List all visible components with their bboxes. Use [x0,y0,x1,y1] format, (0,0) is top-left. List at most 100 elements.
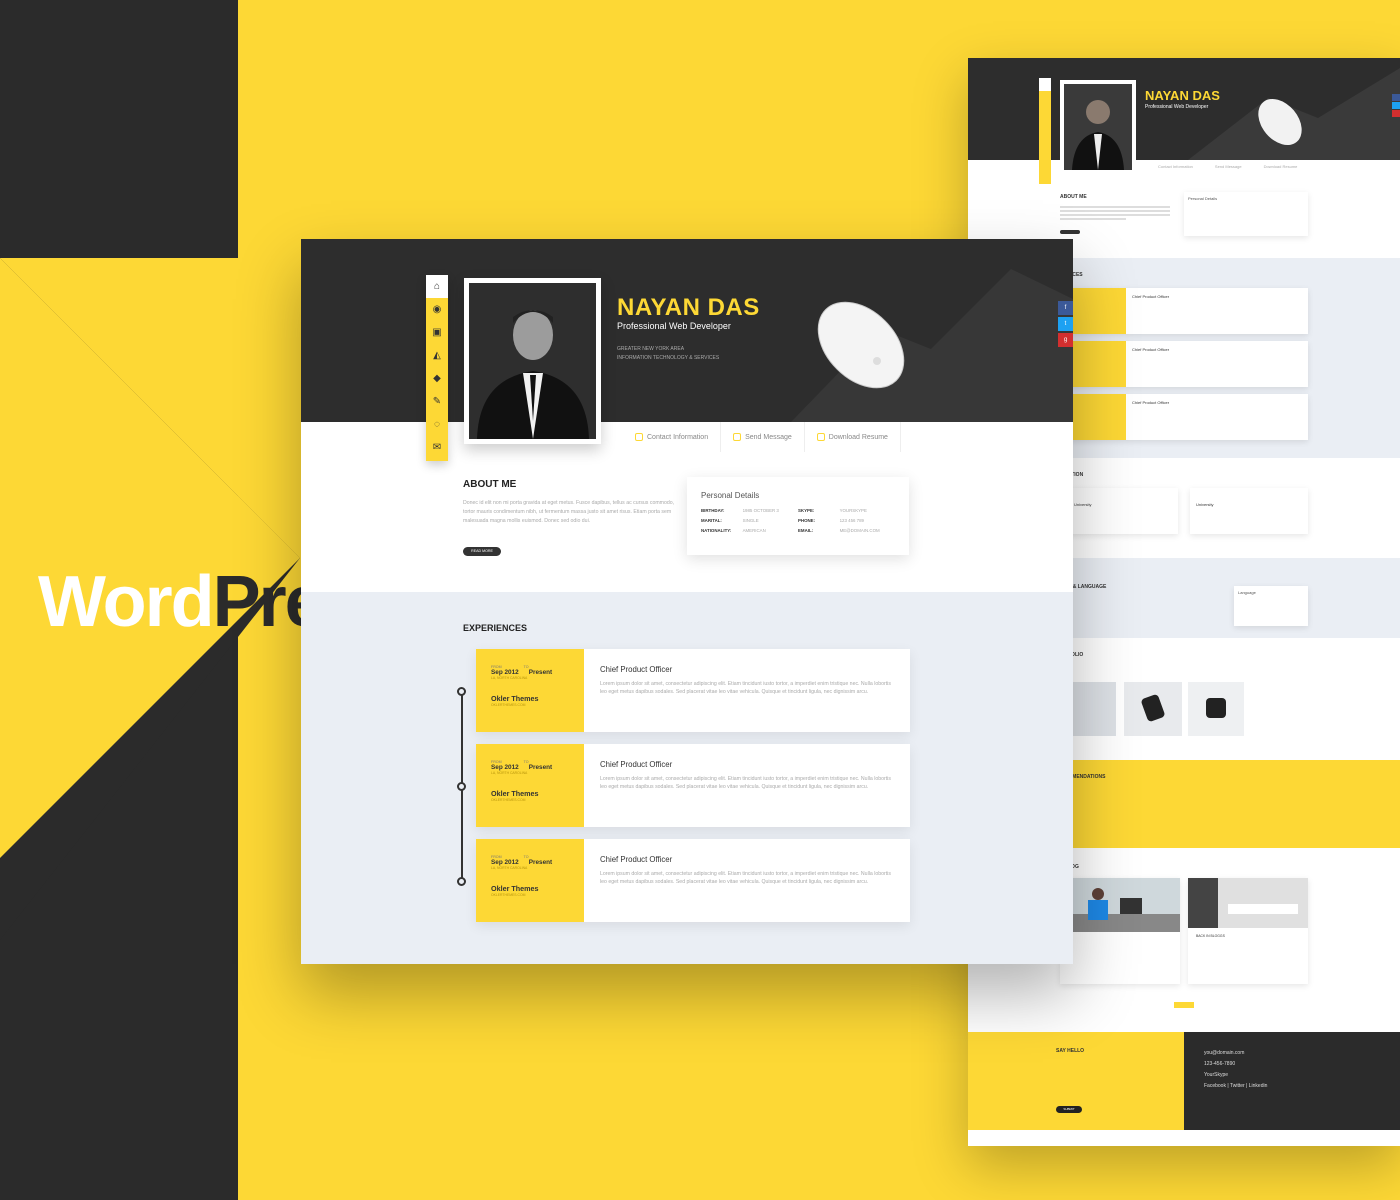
back-submit-button[interactable]: SUBMIT [1056,1106,1082,1113]
detail-value: SINGLE [742,518,759,523]
back-skills-title: S & LANGUAGE [1068,584,1107,590]
profile-role: Professional Web Developer [617,321,731,331]
experience-dates: FROM TO Sep 2012 Present LA, NORTH CAROLIN… [476,839,584,922]
company-link[interactable]: OKLERTHEMES.COM [491,703,584,707]
experience-dates: FROM TO Sep 2012 Present LA, NORTH CAROLIN… [476,744,584,827]
mouse-image [1258,98,1302,146]
back-blog-card-2[interactable]: BACK IN BLOGGS [1188,878,1308,984]
home-icon[interactable]: ⌂ [426,275,448,298]
back-exp-position-1: Chief Product Officer [1132,294,1170,299]
from-date: Sep 2012 [491,859,519,866]
diamond-icon[interactable]: ◆ [426,367,448,390]
graduation-cap-icon[interactable]: ◭ [426,344,448,367]
to-date: Present [528,859,553,866]
detail-value: 1985 OCTOBER 3 [742,508,779,513]
back-tab-message[interactable]: Send Message [1215,164,1242,169]
briefcase-icon[interactable]: ▣ [426,321,448,344]
back-about-lines [1060,206,1170,222]
read-more-button[interactable]: READ MORE [463,547,501,556]
experience-body: Chief Product Officer Lorem ipsum dolor … [584,744,910,827]
profile-photo [464,278,601,444]
to-date: Present [528,669,553,676]
back-personal-card: Personal Details [1184,192,1308,236]
from-date: Sep 2012 [491,669,519,676]
tab-contact-information[interactable]: Contact Information [623,422,722,452]
back-reco-title: MMENDATIONS [1068,774,1106,780]
back-contact-list: you@domain.com 123-456-7890 YourSkype Fa… [1204,1048,1267,1092]
experience-body: Chief Product Officer Lorem ipsum dolor … [584,839,910,922]
resume-page-preview: ⌂ ◉ ▣ ◭ ◆ ✎ ◌ ✉ NAYAN DAS Professional Web Deve… [301,239,1073,964]
back-tab-contact[interactable]: Contact Information [1158,164,1193,169]
timeline-dot [457,782,466,791]
personal-detail-row: NATIONALITY: AMERICAN EMAIL: ME@DOMAIN.COM [701,528,895,533]
back-exp-card-2: Chief Product Officer [1068,341,1308,387]
about-text: Donec id elit non mi porta gravida at eg… [463,500,675,524]
person-silhouette [1072,100,1124,170]
twitter-icon[interactable]: t [1058,317,1073,331]
company-link[interactable]: OKLERTHEMES.COM [491,893,584,897]
office-photo [1188,878,1308,928]
pencil-icon[interactable]: ✎ [426,390,448,413]
back-blog-post-title: BACK IN BLOGGS [1196,934,1225,938]
detail-value: AMERICAN [742,528,766,533]
back-side-nav [1039,78,1051,184]
back-skype[interactable]: YourSkype [1204,1070,1267,1081]
from-date: Sep 2012 [491,764,519,771]
tab-download-resume[interactable]: Download Resume [805,422,901,452]
profile-industry: INFORMATION TECHNOLOGY & SERVICES [617,355,720,361]
message-icon [733,433,742,441]
back-read-more[interactable] [1060,230,1080,234]
back-social [1392,94,1400,118]
tab-send-message[interactable]: Send Message [721,422,805,452]
company-name: Okler Themes [491,789,539,798]
back-tab-download[interactable]: Download Resume [1264,164,1298,169]
back-edu-card-1: University [1068,488,1178,534]
tab-label: Download Resume [828,433,888,441]
experience-dates: FROM TO Sep 2012 Present LA, NORTH CAROLIN… [476,649,584,732]
office-photo [1060,888,1180,932]
back-portfolio-item-3[interactable] [1188,682,1244,736]
experience-location: LA, NORTH CAROLINA [491,676,528,680]
back-profile-photo [1060,80,1136,174]
tab-label: Send Message [745,433,792,441]
eye-icon[interactable]: ◉ [426,298,448,321]
back-lang-card: Language [1234,586,1308,626]
wordpress-logo-word: Word [38,562,215,642]
detail-value: 123 456 789 [839,518,864,523]
profile-location: GREATER NEW YORK AREA [617,346,685,352]
company-name: Okler Themes [491,694,539,703]
back-personal-title: Personal Details [1188,196,1218,201]
google-plus-icon[interactable]: g [1058,333,1073,347]
back-portfolio-item-1[interactable] [1068,682,1116,736]
personal-details-card: Personal Details BIRTHDAY: 1985 OCTOBER 3… [687,477,909,555]
company-link[interactable]: OKLERTHEMES.COM [491,798,584,802]
position-title: Chief Product Officer [600,760,673,769]
envelope-icon[interactable]: ✉ [426,436,448,459]
detail-key: PHONE: [798,518,816,523]
back-role: Professional Web Developer [1145,104,1209,110]
back-social-links[interactable]: Facebook | Twitter | Linkedin [1204,1081,1267,1092]
experiences-title: EXPERIENCES [463,623,528,633]
download-icon [816,433,825,441]
experience-card: FROM TO Sep 2012 Present LA, NORTH CAROLIN… [476,649,910,732]
position-title: Chief Product Officer [600,665,673,674]
experience-location: LA, NORTH CAROLINA [491,771,528,775]
chat-icon[interactable]: ◌ [426,413,448,436]
back-load-more[interactable] [1174,1002,1194,1008]
timeline-dot [457,687,466,696]
person-portrait [469,283,596,439]
position-description: Lorem ipsum dolor sit amet, consectetur … [600,776,891,790]
facebook-icon[interactable]: f [1058,301,1073,315]
personal-detail-row: BIRTHDAY: 1985 OCTOBER 3 SKYPE: YOURSKYPE [701,508,895,513]
experience-card: FROM TO Sep 2012 Present LA, NORTH CAROLIN… [476,839,910,922]
position-description: Lorem ipsum dolor sit amet, consectetur … [600,681,891,695]
profile-name: NAYAN DAS [617,294,760,321]
tab-label: Contact Information [647,433,709,441]
back-portfolio-item-2[interactable] [1124,682,1182,736]
back-email[interactable]: you@domain.com [1204,1048,1267,1059]
back-about-title: ABOUT ME [1060,194,1087,200]
detail-value: ME@DOMAIN.COM [839,528,880,533]
back-edu-card-2: University [1190,488,1308,534]
back-blog-card-1[interactable] [1060,878,1180,984]
detail-key: MARITAL: [701,518,722,523]
